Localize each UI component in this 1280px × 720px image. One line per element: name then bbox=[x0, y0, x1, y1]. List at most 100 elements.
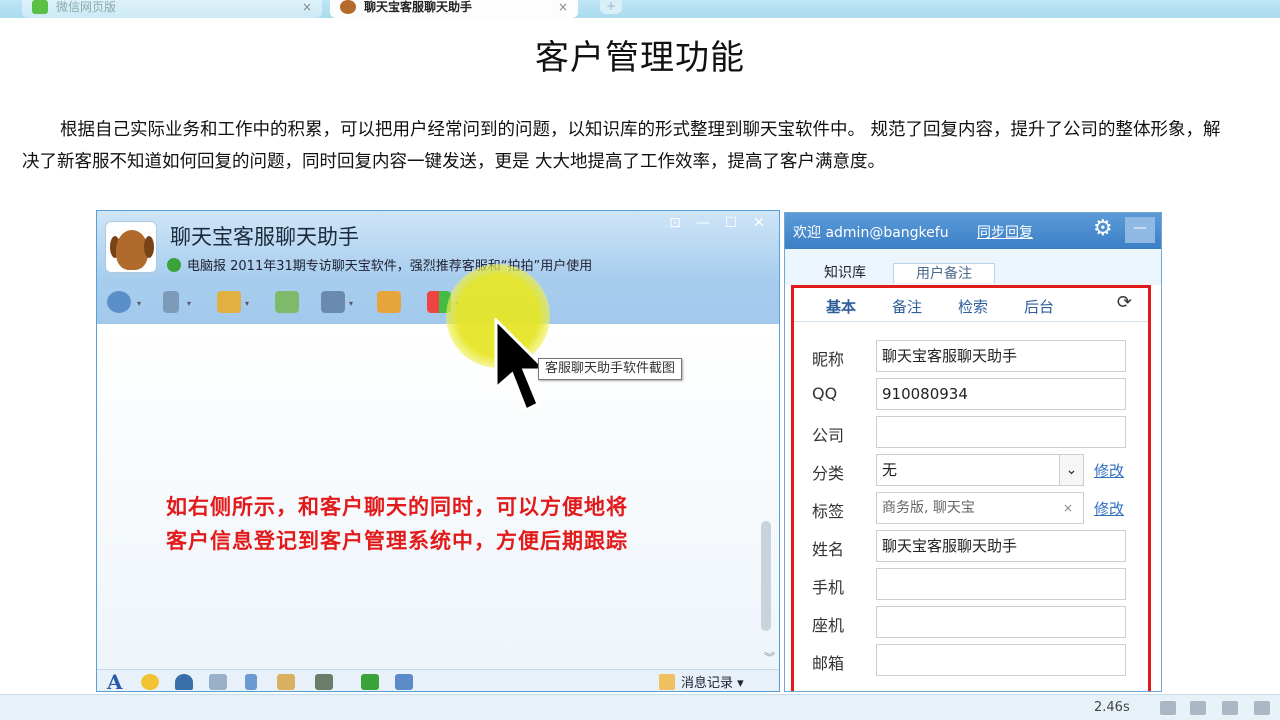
font-icon[interactable]: A bbox=[107, 670, 125, 691]
close-button[interactable]: ✕ bbox=[745, 215, 773, 231]
music-icon[interactable] bbox=[361, 674, 379, 690]
window-controls: ⊡ — ☐ ✕ bbox=[661, 215, 773, 231]
screenshot-icon[interactable] bbox=[395, 674, 413, 690]
shake-icon[interactable] bbox=[175, 674, 193, 690]
customer-info-form: 基本 备注 检索 后台 ⟳ 昵称 聊天宝客服聊天助手 QQ 910080934 … bbox=[791, 285, 1151, 691]
screen-share-icon[interactable] bbox=[377, 291, 401, 313]
browser-tab-wechat[interactable]: 微信网页版 × bbox=[22, 0, 322, 18]
page-title: 客户管理功能 bbox=[535, 38, 745, 78]
status-icon bbox=[167, 258, 181, 272]
chevron-down-icon[interactable]: ▾ bbox=[245, 299, 249, 308]
clear-tags-icon[interactable]: × bbox=[1063, 493, 1073, 523]
field-category: 分类 无 ⌄ 修改 bbox=[794, 452, 1148, 490]
message-log-button[interactable]: 消息记录 ▾ bbox=[659, 672, 744, 691]
video-call-icon[interactable] bbox=[107, 291, 131, 313]
chat-window: 聊天宝客服聊天助手 电脑报 2011年31期专访聊天宝软件，强烈推荐客服和“拍拍… bbox=[96, 210, 780, 692]
emoji-icon[interactable] bbox=[141, 674, 159, 690]
voice-message-icon[interactable] bbox=[245, 674, 257, 690]
dog-icon bbox=[340, 0, 356, 14]
dog-ear bbox=[144, 236, 154, 258]
chevron-down-icon[interactable]: ▾ bbox=[137, 299, 141, 308]
edit-tags-link[interactable]: 修改 bbox=[1094, 498, 1124, 519]
tags-value: 商务版, 聊天宝 bbox=[882, 500, 975, 516]
form-subtabs: 基本 备注 检索 后台 ⟳ bbox=[794, 288, 1148, 322]
restore-button[interactable]: ⊡ bbox=[661, 215, 689, 231]
email-input[interactable] bbox=[876, 644, 1126, 676]
gear-icon[interactable]: ⚙ bbox=[1093, 216, 1113, 241]
microphone-icon[interactable] bbox=[163, 291, 179, 313]
image-icon[interactable] bbox=[315, 674, 333, 690]
browser-tab-strip: 微信网页版 × 聊天宝客服聊天助手 × + bbox=[0, 0, 1280, 18]
tab-user-notes[interactable]: 用户备注 bbox=[893, 263, 995, 283]
nickname-input[interactable]: 聊天宝客服聊天助手 bbox=[876, 340, 1126, 372]
minimize-button[interactable]: — bbox=[1125, 217, 1155, 243]
subtab-backend[interactable]: 后台 bbox=[1024, 296, 1054, 317]
contact-name: 聊天宝客服聊天助手 bbox=[170, 225, 359, 249]
chevron-down-icon[interactable]: ▾ bbox=[349, 299, 353, 308]
input-toolbar: A 消息记录 ▾ bbox=[97, 669, 779, 691]
chevron-down-icon[interactable]: ⌄ bbox=[1059, 455, 1083, 485]
panel-tabs: 知识库 用户备注 bbox=[785, 249, 1161, 285]
scrollbar[interactable] bbox=[761, 521, 771, 631]
minimize-button[interactable]: — bbox=[689, 215, 717, 231]
chat-header: 聊天宝客服聊天助手 电脑报 2011年31期专访聊天宝软件，强烈推荐客服和“拍拍… bbox=[97, 211, 779, 324]
chevron-down-icon[interactable]: ▾ bbox=[187, 299, 191, 308]
field-nickname: 昵称 聊天宝客服聊天助手 bbox=[794, 338, 1148, 376]
category-value: 无 bbox=[882, 461, 898, 479]
qq-input[interactable]: 910080934 bbox=[876, 378, 1126, 410]
tab-close-icon[interactable]: × bbox=[558, 0, 568, 14]
net-speed-readout: 2.46s bbox=[1094, 700, 1130, 715]
annotation-text: 如右侧所示，和客户聊天的同时，可以方便地将 客户信息登记到客户管理系统中，方便后… bbox=[166, 490, 706, 558]
refresh-icon[interactable]: ⟳ bbox=[1117, 292, 1132, 313]
field-email: 邮箱 bbox=[794, 642, 1148, 680]
maximize-button[interactable]: ☐ bbox=[717, 215, 745, 231]
edit-category-link[interactable]: 修改 bbox=[1094, 460, 1124, 481]
category-select[interactable]: 无 ⌄ bbox=[876, 454, 1084, 486]
field-label: QQ bbox=[812, 384, 838, 403]
taskbar: 2.46s bbox=[0, 694, 1280, 720]
tab-label: 聊天宝客服聊天助手 bbox=[364, 0, 473, 14]
create-group-icon[interactable] bbox=[275, 291, 299, 313]
file-transfer-icon[interactable] bbox=[217, 291, 241, 313]
field-label: 分类 bbox=[812, 464, 845, 483]
upload-icon[interactable] bbox=[1190, 701, 1206, 715]
field-mobile: 手机 bbox=[794, 566, 1148, 604]
landline-input[interactable] bbox=[876, 606, 1126, 638]
annotation-line-2: 客户信息登记到客户管理系统中，方便后期跟踪 bbox=[166, 529, 628, 553]
tab-label: 微信网页版 bbox=[56, 0, 117, 14]
field-label: 公司 bbox=[812, 426, 845, 445]
new-tab-button[interactable]: + bbox=[600, 0, 622, 14]
subtab-notes[interactable]: 备注 bbox=[892, 296, 922, 317]
avatar[interactable] bbox=[105, 221, 157, 273]
intro-paragraph: 根据自己实际业务和工作中的积累，可以把用户经常问到的问题，以知识库的形式整理到聊… bbox=[22, 120, 1221, 172]
subtab-basic[interactable]: 基本 bbox=[826, 296, 856, 317]
edit-icon[interactable] bbox=[1160, 701, 1176, 715]
chevron-down-icon: ▾ bbox=[737, 676, 744, 691]
remote-desktop-icon[interactable] bbox=[321, 291, 345, 313]
mobile-input[interactable] bbox=[876, 568, 1126, 600]
status-text: 电脑报 2011年31期专访聊天宝软件，强烈推荐客服和“拍拍”用户使用 bbox=[187, 259, 593, 274]
volume-icon[interactable] bbox=[1254, 701, 1270, 715]
field-label: 手机 bbox=[812, 578, 845, 597]
company-input[interactable] bbox=[876, 416, 1126, 448]
magic-expression-icon[interactable] bbox=[209, 674, 227, 690]
message-log-label: 消息记录 bbox=[681, 676, 734, 691]
panel-header: 欢迎 admin@bangkefu 同步回复 ⚙ — bbox=[785, 213, 1161, 249]
subtab-search[interactable]: 检索 bbox=[958, 296, 988, 317]
wechat-icon bbox=[32, 0, 48, 14]
browser-tab-chatbao[interactable]: 聊天宝客服聊天助手 × bbox=[330, 0, 578, 18]
contact-status: 电脑报 2011年31期专访聊天宝软件，强烈推荐客服和“拍拍”用户使用 bbox=[167, 255, 592, 274]
sync-reply-link[interactable]: 同步回复 bbox=[977, 222, 1033, 242]
tags-input[interactable]: 商务版, 聊天宝 × bbox=[876, 492, 1084, 524]
tab-knowledge-base[interactable]: 知识库 bbox=[805, 263, 885, 283]
name-input[interactable]: 聊天宝客服聊天助手 bbox=[876, 530, 1126, 562]
field-qq: QQ 910080934 bbox=[794, 376, 1148, 414]
message-log-icon bbox=[659, 674, 675, 690]
annotation-line-1: 如右侧所示，和客户聊天的同时，可以方便地将 bbox=[166, 495, 628, 519]
download-icon[interactable] bbox=[1222, 701, 1238, 715]
welcome-text: 欢迎 admin@bangkefu bbox=[793, 225, 949, 241]
tab-close-icon[interactable]: × bbox=[302, 0, 312, 14]
scroll-down-icon[interactable]: ︾ bbox=[764, 649, 775, 665]
note-icon[interactable] bbox=[277, 674, 295, 690]
field-landline: 座机 bbox=[794, 604, 1148, 642]
